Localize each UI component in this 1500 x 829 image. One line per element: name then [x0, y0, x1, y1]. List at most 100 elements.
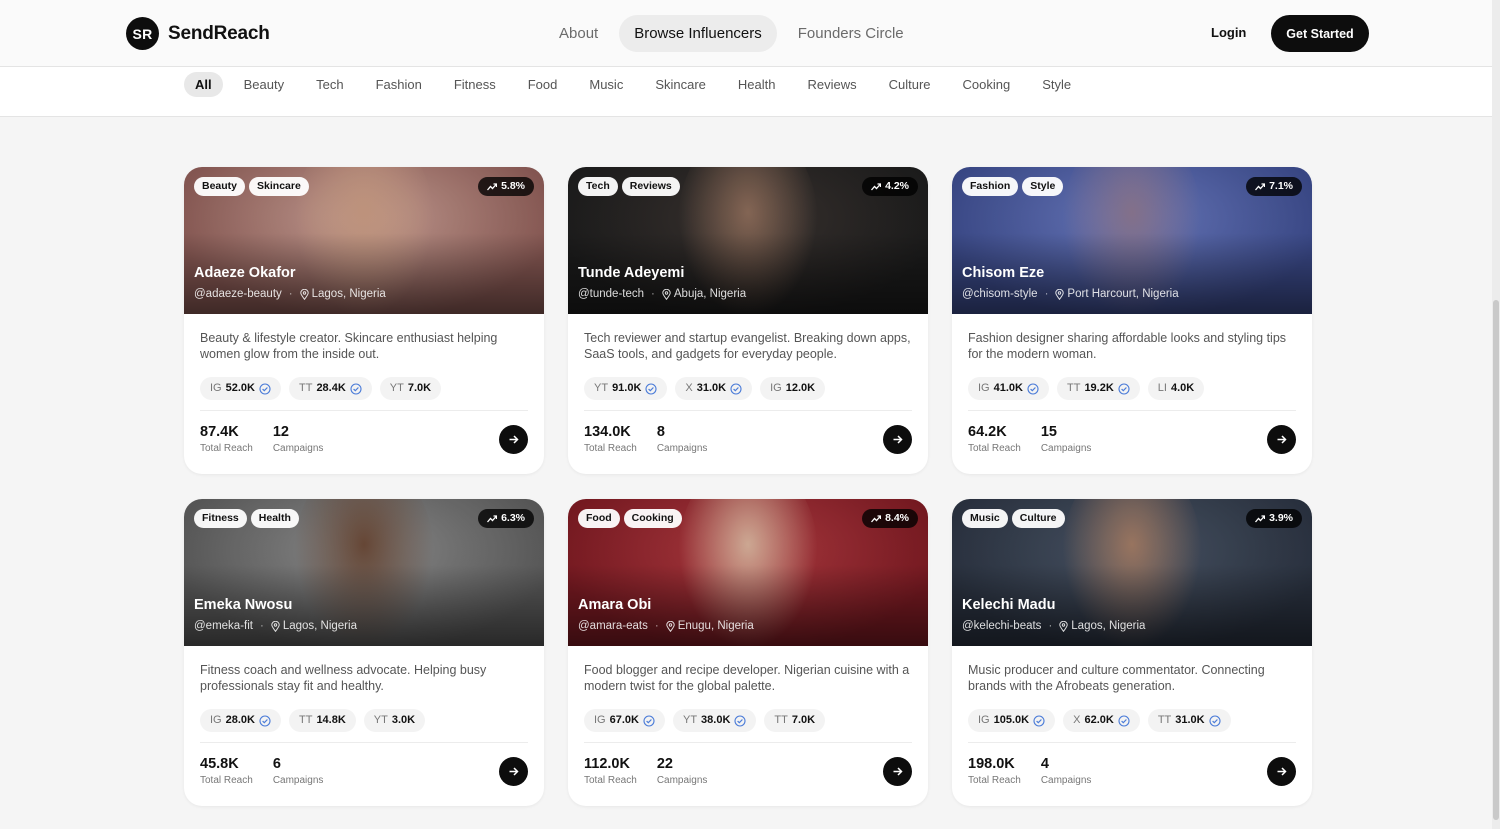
platform-label: X — [685, 382, 693, 394]
influencer-bio: Fashion designer sharing affordable look… — [968, 331, 1287, 361]
campaigns-label: Campaigns — [272, 443, 324, 454]
view-profile-button[interactable] — [883, 757, 912, 786]
view-profile-button[interactable] — [1267, 425, 1296, 454]
profile-photo[interactable]: Food Cooking 8.4% Amara Obi @amara-eats ·… — [568, 499, 928, 646]
profile-photo[interactable]: Fitness Health 6.3% Emeka Nwosu @emeka-fi… — [184, 499, 544, 646]
influencer-card[interactable]: Fashion Style 7.1% Chisom Eze @chisom-sty… — [952, 167, 1312, 474]
filter-chip-beauty[interactable]: Beauty — [233, 72, 295, 97]
separator-dot: · — [1048, 620, 1053, 632]
influencer-card[interactable]: Music Culture 3.9% Kelechi Madu @kelechi-… — [952, 499, 1312, 806]
follower-count: 12.0K — [785, 382, 816, 394]
brand-logo[interactable]: SR SendReach — [126, 17, 270, 50]
location-pin-icon — [1059, 620, 1071, 632]
profile-photo[interactable]: Music Culture 3.9% Kelechi Madu @kelechi-… — [952, 499, 1312, 646]
filter-chip-fitness[interactable]: Fitness — [443, 72, 507, 97]
category-tag: Skincare — [249, 177, 309, 196]
growth-badge: 8.4% — [862, 509, 918, 528]
influencer-handle: @emeka-fit — [194, 620, 253, 632]
main-nav: About Browse Influencers Founders Circle — [544, 15, 925, 52]
total-reach-stat: 112.0K Total Reach — [584, 756, 637, 786]
nav-browse-influencers[interactable]: Browse Influencers — [619, 15, 777, 52]
follower-count: 31.0K — [696, 382, 727, 394]
filter-chip-all[interactable]: All — [184, 72, 223, 97]
influencer-card[interactable]: Food Cooking 8.4% Amara Obi @amara-eats ·… — [568, 499, 928, 806]
filter-chip-skincare[interactable]: Skincare — [644, 72, 717, 97]
social-stat-li: LI 4.0K — [1147, 377, 1205, 400]
platform-label: IG — [978, 714, 990, 726]
total-reach-label: Total Reach — [584, 775, 637, 786]
campaigns-stat: 15 Campaigns — [1041, 424, 1092, 454]
total-reach-label: Total Reach — [584, 443, 637, 454]
influencer-card[interactable]: Beauty Skincare 5.8% Adaeze Okafor @adaez… — [184, 167, 544, 474]
follower-count: 28.0K — [225, 714, 255, 726]
login-link[interactable]: Login — [1211, 25, 1246, 40]
platform-label: TT — [774, 714, 788, 726]
social-stat-tt: TT 31.0K — [1147, 709, 1231, 732]
total-reach-stat: 134.0K Total Reach — [584, 424, 637, 454]
filter-chip-food[interactable]: Food — [517, 72, 569, 97]
verified-icon — [641, 382, 657, 395]
influencer-meta: @chisom-style · Port Harcourt, Nigeria — [962, 288, 1179, 300]
social-stats: IG 52.0K TT 28.4K YT 7.0K — [200, 377, 528, 400]
brand-name: SendReach — [168, 22, 270, 44]
total-reach-label: Total Reach — [200, 443, 253, 454]
follower-count: 91.0K — [612, 382, 642, 394]
social-stat-tt: TT 19.2K — [1056, 377, 1140, 400]
view-profile-button[interactable] — [499, 757, 528, 786]
filter-chip-culture[interactable]: Culture — [878, 72, 942, 97]
card-stats: 64.2K Total Reach 15 Campaigns — [968, 424, 1111, 454]
card-divider — [200, 410, 528, 411]
category-tag: Food — [578, 509, 620, 528]
influencer-meta: @kelechi-beats · Lagos, Nigeria — [962, 620, 1145, 632]
filter-chip-cooking[interactable]: Cooking — [952, 72, 1022, 97]
influencer-name: Adaeze Okafor — [194, 265, 296, 281]
influencer-card[interactable]: Tech Reviews 4.2% Tunde Adeyemi @tunde-te… — [568, 167, 928, 474]
growth-rate: 5.8% — [501, 180, 525, 192]
social-stats: IG 67.0K YT 38.0K TT 7.0K — [584, 709, 912, 732]
growth-rate: 3.9% — [1269, 512, 1293, 524]
filter-chip-tech[interactable]: Tech — [305, 72, 354, 97]
filter-chip-reviews[interactable]: Reviews — [796, 72, 867, 97]
social-stats: IG 105.0K X 62.0K TT 31.0K — [968, 709, 1296, 732]
card-body: Beauty & lifestyle creator. Skincare ent… — [200, 330, 528, 400]
nav-founders-circle[interactable]: Founders Circle — [783, 15, 919, 52]
view-profile-button[interactable] — [883, 425, 912, 454]
campaigns-value: 6 — [272, 756, 281, 772]
card-body: Food blogger and recipe developer. Niger… — [584, 662, 912, 732]
profile-photo[interactable]: Beauty Skincare 5.8% Adaeze Okafor @adaez… — [184, 167, 544, 314]
campaigns-value: 4 — [1040, 756, 1049, 772]
arrow-right-icon — [508, 434, 519, 445]
profile-photo[interactable]: Fashion Style 7.1% Chisom Eze @chisom-sty… — [952, 167, 1312, 314]
platform-label: IG — [210, 382, 222, 394]
nav-about[interactable]: About — [544, 15, 613, 52]
influencer-meta: @adaeze-beauty · Lagos, Nigeria — [194, 288, 386, 300]
profile-photo[interactable]: Tech Reviews 4.2% Tunde Adeyemi @tunde-te… — [568, 167, 928, 314]
category-tags: Food Cooking — [578, 509, 686, 528]
social-stat-tt: TT 28.4K — [288, 377, 372, 400]
total-reach-value: 87.4K — [200, 424, 239, 440]
view-profile-button[interactable] — [1267, 757, 1296, 786]
total-reach-label: Total Reach — [968, 443, 1021, 454]
social-stat-yt: YT 3.0K — [363, 709, 426, 732]
card-stats: 134.0K Total Reach 8 Campaigns — [584, 424, 727, 454]
platform-label: LI — [1157, 382, 1167, 394]
campaigns-label: Campaigns — [656, 443, 708, 454]
platform-label: IG — [594, 714, 606, 726]
filter-chip-health[interactable]: Health — [727, 72, 787, 97]
scrollbar-thumb[interactable] — [1493, 300, 1499, 820]
influencer-card[interactable]: Fitness Health 6.3% Emeka Nwosu @emeka-fi… — [184, 499, 544, 806]
page-scrollbar[interactable] — [1492, 0, 1500, 829]
separator-dot: · — [288, 288, 293, 300]
filter-chip-music[interactable]: Music — [578, 72, 634, 97]
growth-badge: 5.8% — [478, 177, 534, 196]
growth-rate: 6.3% — [501, 512, 525, 524]
category-tag: Fitness — [194, 509, 247, 528]
growth-rate: 8.4% — [885, 512, 909, 524]
filter-chip-fashion[interactable]: Fashion — [365, 72, 433, 97]
view-profile-button[interactable] — [499, 425, 528, 454]
social-stat-tt: TT 14.8K — [288, 709, 356, 732]
get-started-button[interactable]: Get Started — [1271, 15, 1369, 52]
influencer-bio: Music producer and culture commentator. … — [968, 663, 1265, 693]
card-stats: 87.4K Total Reach 12 Campaigns — [200, 424, 343, 454]
filter-chip-style[interactable]: Style — [1031, 72, 1082, 97]
